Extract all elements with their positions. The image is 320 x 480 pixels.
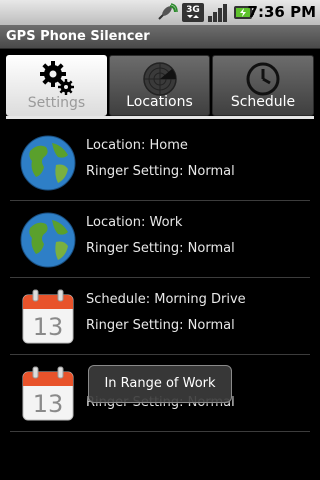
- list-item[interactable]: 13 Schedule: Morning Drive Ringer Settin…: [0, 278, 320, 355]
- radar-icon: [142, 62, 177, 96]
- gps-satellite-icon: [158, 3, 178, 20]
- calendar-icon: 13: [22, 366, 74, 421]
- tab-label: Schedule: [230, 94, 296, 110]
- divider: [10, 431, 310, 432]
- tab-label: Locations: [126, 94, 193, 110]
- clock-icon: [246, 62, 280, 96]
- toast-text: In Range of Work: [104, 376, 216, 391]
- app-title: GPS Phone Silencer: [6, 29, 150, 44]
- signal-strength-icon: [208, 4, 227, 22]
- tab-bar: Settings Locations Schedule: [0, 49, 320, 121]
- tab-label: Settings: [27, 95, 86, 111]
- calendar-day: 13: [33, 390, 64, 418]
- list-item[interactable]: Location: Home Ringer Setting: Normal: [0, 124, 320, 201]
- svg-text:3G: 3G: [186, 5, 200, 15]
- calendar-icon: 13: [22, 289, 74, 344]
- tab-settings[interactable]: Settings: [6, 55, 107, 116]
- calendar-day: 13: [33, 313, 64, 341]
- list-item[interactable]: Location: Work Ringer Setting: Normal: [0, 201, 320, 278]
- item-title: Location: Home: [86, 138, 188, 153]
- status-time: 7:36 PM: [247, 3, 316, 21]
- tab-locations[interactable]: Locations: [109, 55, 210, 116]
- title-bar: GPS Phone Silencer: [0, 25, 320, 49]
- item-title: Schedule: Morning Drive: [86, 292, 246, 307]
- gears-icon: [39, 61, 74, 95]
- globe-icon: [20, 212, 76, 268]
- globe-icon: [20, 135, 76, 191]
- 3g-data-icon: 3G: [182, 3, 204, 22]
- toast-message: In Range of Work: [88, 365, 232, 403]
- tab-schedule[interactable]: Schedule: [212, 55, 314, 116]
- item-ringer-setting: Ringer Setting: Normal: [86, 164, 235, 179]
- item-title: Location: Work: [86, 215, 183, 230]
- item-ringer-setting: Ringer Setting: Normal: [86, 318, 235, 333]
- tab-indicator: [6, 116, 314, 119]
- item-ringer-setting: Ringer Setting: Normal: [86, 241, 235, 256]
- status-bar: 3G 7:36 PM: [0, 0, 320, 25]
